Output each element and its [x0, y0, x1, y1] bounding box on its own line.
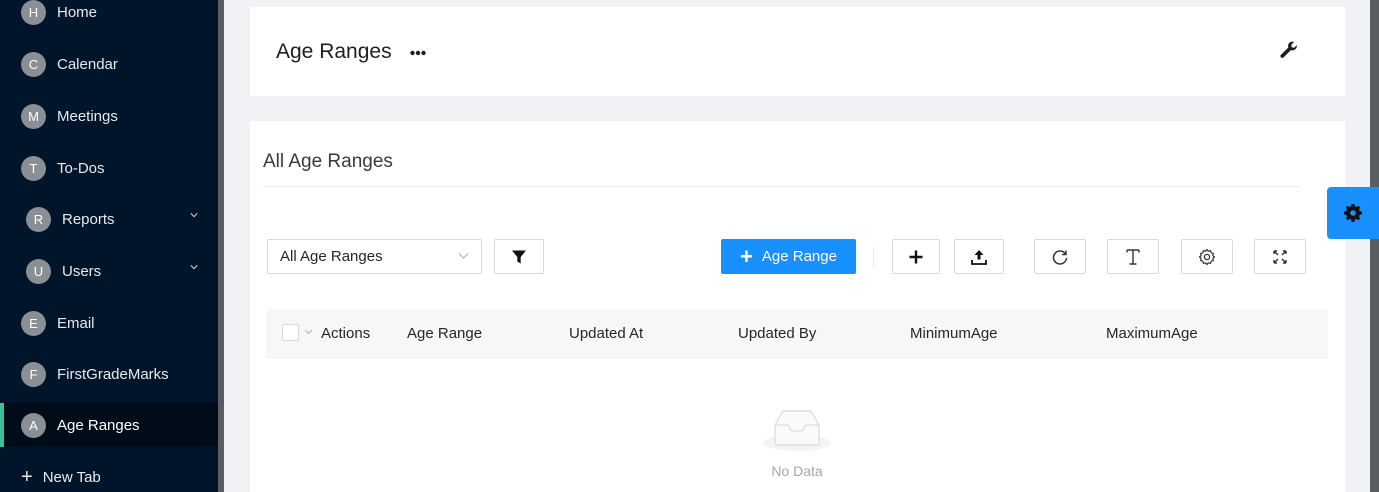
sidebar-item-todos[interactable]: T To-Dos: [0, 146, 218, 190]
column-header-updated-at[interactable]: Updated At: [569, 325, 643, 342]
avatar: E: [21, 310, 46, 336]
content-card: All Age Ranges All Age Ranges + Age Rang…: [250, 121, 1345, 492]
avatar: U: [26, 258, 51, 284]
sidebar-item-label: Email: [57, 314, 95, 332]
wrench-icon[interactable]: [1279, 40, 1299, 60]
view-select-value: All Age Ranges: [280, 248, 383, 265]
page-title: Age Ranges: [276, 40, 392, 63]
sidebar-item-label: To-Dos: [57, 159, 105, 177]
gear-icon: [1344, 204, 1362, 222]
reload-button[interactable]: [1034, 239, 1086, 274]
import-button[interactable]: [954, 239, 1004, 274]
add-age-range-label: Age Range: [761, 248, 837, 265]
avatar: T: [21, 155, 46, 181]
sidebar-item-label: Users: [62, 262, 102, 280]
text-height-icon: [1126, 248, 1140, 265]
plus-icon: +: [740, 243, 753, 269]
add-age-range-button[interactable]: + Age Range: [721, 239, 856, 274]
sidebar-resize-handle[interactable]: [218, 0, 224, 492]
chevron-down-icon[interactable]: [304, 329, 313, 335]
card-title: All Age Ranges: [263, 151, 393, 172]
sidebar: H Home C Calendar M Meetings T To-Dos R …: [0, 0, 218, 492]
upload-icon: [971, 249, 987, 265]
avatar: M: [21, 103, 46, 129]
settings-icon: [1198, 248, 1216, 265]
sidebar-item-meetings[interactable]: M Meetings: [0, 94, 218, 138]
page-header: Age Ranges: [250, 7, 1345, 96]
sidebar-item-firstgrademarks[interactable]: F FirstGradeMarks: [0, 352, 218, 396]
sidebar-item-reports[interactable]: R Reports: [0, 197, 218, 241]
avatar: H: [21, 0, 46, 25]
sidebar-item-label: FirstGradeMarks: [57, 365, 169, 383]
avatar: R: [26, 206, 51, 232]
sidebar-item-age-ranges[interactable]: A Age Ranges: [0, 403, 218, 447]
sidebar-item-label: Reports: [62, 210, 115, 228]
new-tab-label: New Tab: [42, 468, 101, 486]
view-select[interactable]: All Age Ranges: [267, 239, 482, 274]
fullscreen-button[interactable]: [1254, 239, 1306, 274]
sidebar-item-label: Home: [57, 3, 98, 21]
sidebar-item-label: Calendar: [57, 55, 118, 73]
empty-inbox-icon: [763, 410, 831, 451]
toolbar-divider: [873, 247, 874, 267]
create-button[interactable]: [892, 239, 940, 274]
avatar: F: [21, 361, 46, 387]
column-header-maximum-age[interactable]: MaximumAge: [1106, 325, 1198, 342]
plus-icon: [909, 250, 923, 263]
reload-icon: [1052, 249, 1068, 265]
fullscreen-icon: [1273, 249, 1287, 264]
sidebar-item-users[interactable]: U Users: [0, 249, 218, 293]
floating-settings-button[interactable]: [1327, 187, 1379, 239]
scrollbar[interactable]: [1370, 0, 1379, 492]
sidebar-item-calendar[interactable]: C Calendar: [0, 42, 218, 86]
avatar: C: [21, 51, 46, 77]
sidebar-item-label: Meetings: [57, 107, 118, 125]
chevron-down-icon[interactable]: [190, 263, 198, 271]
column-settings-button[interactable]: [1181, 239, 1233, 274]
table-header: Actions Age Range Updated At Updated By …: [266, 309, 1328, 358]
column-header-updated-by[interactable]: Updated By: [738, 325, 816, 342]
plus-icon: +: [21, 466, 33, 488]
column-header-minimum-age[interactable]: MinimumAge: [910, 325, 998, 342]
ellipsis-icon[interactable]: [410, 50, 426, 56]
divider: [263, 186, 1300, 187]
sidebar-item-label: Age Ranges: [57, 416, 140, 434]
chevron-down-icon[interactable]: [190, 211, 198, 219]
column-header-age-range[interactable]: Age Range: [407, 325, 482, 342]
avatar: A: [21, 412, 46, 438]
select-all-checkbox[interactable]: [282, 324, 299, 341]
filter-button[interactable]: [494, 239, 544, 274]
sidebar-item-email[interactable]: E Email: [0, 301, 218, 345]
sidebar-item-home[interactable]: H Home: [0, 0, 218, 34]
empty-state-text: No Data: [771, 463, 823, 479]
new-tab-button[interactable]: + New Tab: [0, 462, 218, 492]
filter-icon: [512, 250, 526, 263]
density-button[interactable]: [1107, 239, 1159, 274]
chevron-down-icon: [458, 253, 469, 259]
column-header-actions: Actions: [321, 325, 371, 342]
